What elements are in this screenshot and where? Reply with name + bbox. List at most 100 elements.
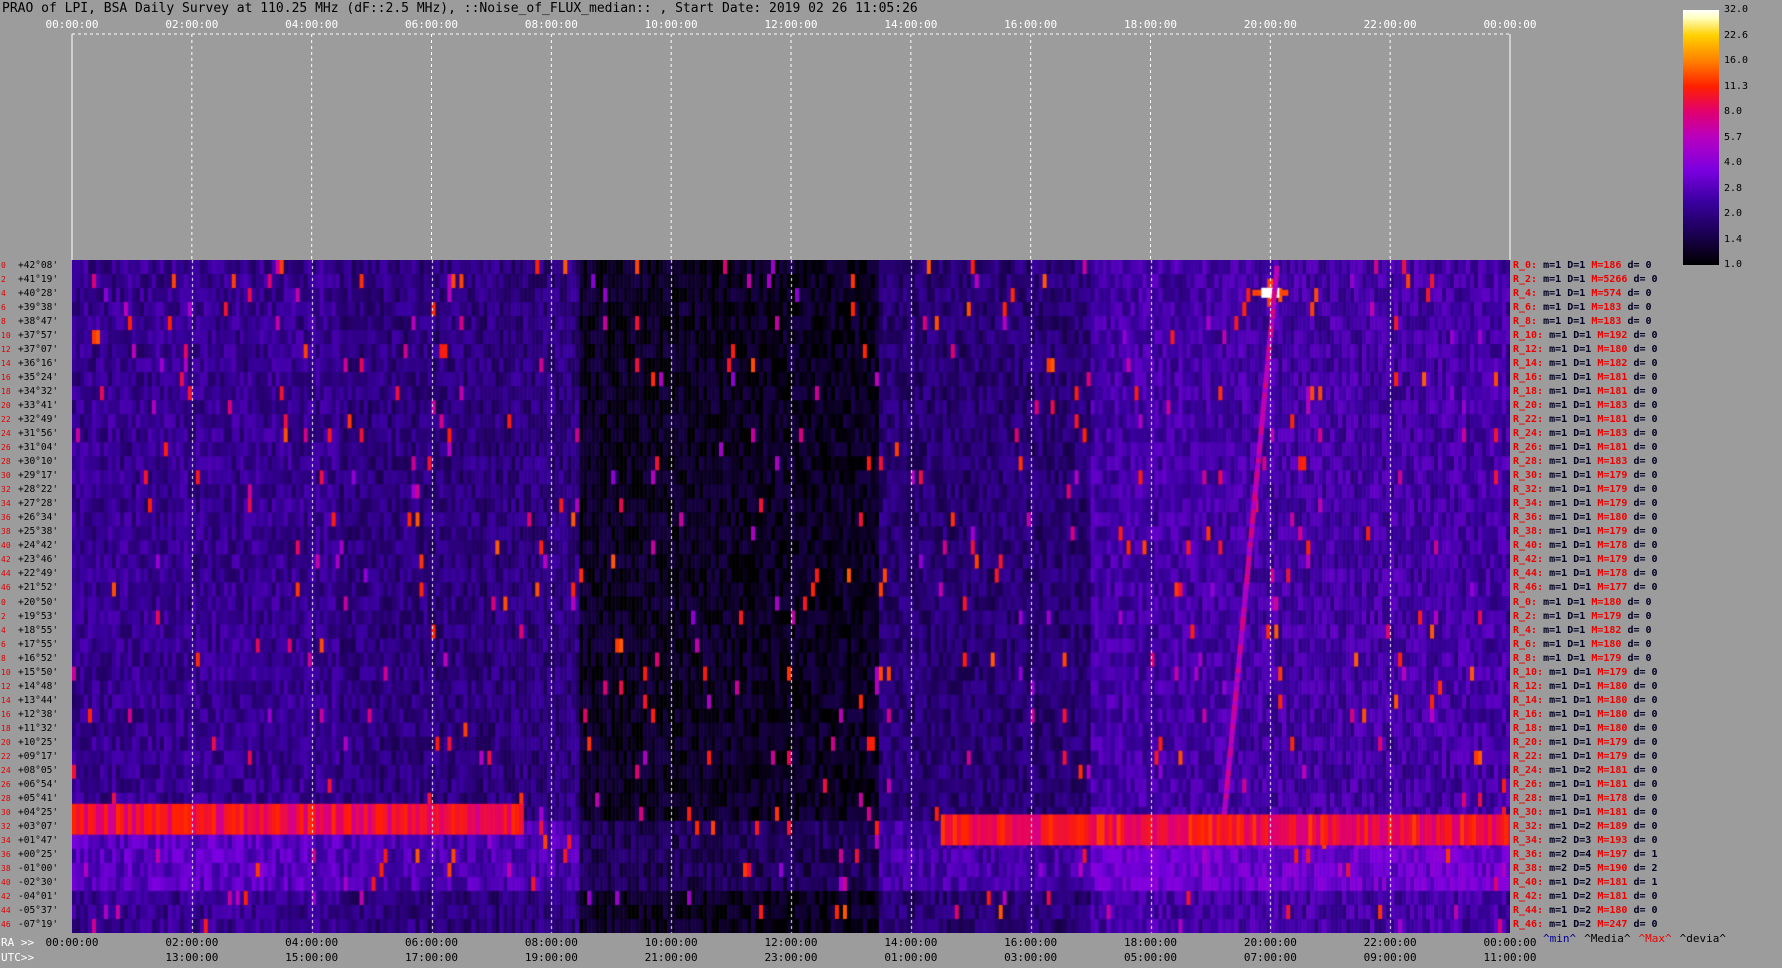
- row-stat-field: d= 0: [1633, 708, 1658, 720]
- row-stat-field: M=179: [1597, 470, 1628, 482]
- legend-label: ^min^: [1543, 932, 1577, 945]
- row-stat-field: M=5266: [1591, 274, 1628, 286]
- heatmap-plot: [72, 260, 1510, 933]
- row-stat-field: D=1: [1573, 442, 1592, 454]
- declination-label: +21°52': [18, 582, 59, 594]
- row-stat-field: R_34:: [1513, 834, 1544, 846]
- row-stat: R_16: m=1 D=1 M=181 d= 0: [1513, 371, 1658, 385]
- ra-tick-label: 02:00:00: [165, 936, 219, 949]
- declination-label: +16°52': [18, 652, 59, 664]
- row-stat: R_6: m=1 D=1 M=180 d= 0: [1513, 638, 1652, 652]
- row-stat-field: D=1: [1567, 624, 1586, 636]
- row-stat-field: m=1: [1549, 414, 1568, 426]
- row-stat: R_8: m=1 D=1 M=179 d= 0: [1513, 652, 1652, 666]
- colorbar-tick-label: 5.7: [1724, 131, 1743, 143]
- row-stat-field: d= 0: [1633, 456, 1658, 468]
- row-stat: R_12: m=1 D=1 M=180 d= 0: [1513, 343, 1658, 357]
- row-stat-field: R_0:: [1513, 596, 1538, 608]
- row-stat-field: m=1: [1549, 540, 1568, 552]
- row-stat: R_32: m=1 D=2 M=189 d= 0: [1513, 820, 1658, 834]
- row-stat-field: d= 0: [1633, 498, 1658, 510]
- row-stat-field: M=179: [1597, 736, 1628, 748]
- row-stat-field: R_16:: [1513, 708, 1544, 720]
- row-stat-field: m=1: [1543, 638, 1562, 650]
- declination-label: +39°38': [18, 302, 59, 314]
- row-stat: R_40: m=1 D=1 M=178 d= 0: [1513, 539, 1658, 553]
- colorbar-tick-label: 2.0: [1724, 208, 1743, 219]
- row-stat-field: D=1: [1567, 638, 1586, 650]
- row-stat-field: m=1: [1543, 624, 1562, 636]
- row-stat-field: R_32:: [1513, 484, 1544, 496]
- row-stat-field: d= 0: [1633, 890, 1658, 902]
- row-number: 40: [1, 877, 11, 887]
- row-number: 20: [1, 737, 11, 747]
- row-stat-field: R_26:: [1513, 778, 1544, 790]
- row-stat-field: M=181: [1597, 890, 1628, 902]
- row-stat-field: D=1: [1573, 792, 1592, 804]
- row-stat: R_36: m=1 D=1 M=180 d= 0: [1513, 511, 1658, 525]
- declination-label: +18°55': [18, 624, 59, 636]
- row-stat-field: m=1: [1549, 694, 1568, 706]
- row-stat-field: D=1: [1573, 456, 1592, 468]
- row-stat-field: R_42:: [1513, 890, 1544, 902]
- declination-label: +12°38': [18, 708, 59, 720]
- row-stat: R_6: m=1 D=1 M=183 d= 0: [1513, 301, 1652, 315]
- declination-label: +08°05': [18, 764, 59, 776]
- row-number: 16: [1, 373, 11, 383]
- row-stat-field: M=181: [1597, 876, 1628, 888]
- row-stat-field: d= 0: [1633, 358, 1658, 370]
- row-stat-field: d= 0: [1633, 722, 1658, 734]
- row-number: 8: [1, 653, 6, 663]
- row-stat-field: D=1: [1567, 316, 1586, 328]
- row-stat: R_10: m=1 D=1 M=192 d= 0: [1513, 329, 1658, 343]
- row-stat-field: D=1: [1567, 260, 1586, 271]
- row-stat-field: R_12:: [1513, 344, 1544, 356]
- row-stat-field: M=181: [1597, 414, 1628, 426]
- row-stat: R_24: m=1 D=2 M=181 d= 0: [1513, 764, 1658, 778]
- row-stat-field: m=1: [1543, 610, 1562, 622]
- ra-tick-label: 04:00:00: [285, 936, 339, 949]
- colorbar-tick-label: 8.0: [1724, 106, 1743, 117]
- row-stat: R_22: m=1 D=1 M=181 d= 0: [1513, 413, 1658, 427]
- row-stat-field: d= 0: [1627, 652, 1652, 664]
- row-stat-field: R_10:: [1513, 666, 1544, 678]
- declination-label: +41°19': [18, 274, 59, 286]
- row-number: 22: [1, 751, 11, 761]
- row-stat-field: d= 0: [1633, 540, 1658, 552]
- row-stat: R_28: m=1 D=1 M=183 d= 0: [1513, 455, 1658, 469]
- ra-tick-label: 08:00:00: [524, 936, 578, 949]
- declination-label: +33°41': [18, 400, 59, 412]
- row-stat-field: D=1: [1573, 484, 1592, 496]
- row-stat-field: M=177: [1597, 582, 1628, 594]
- row-stat-field: m=1: [1543, 596, 1562, 608]
- row-stat-field: R_8:: [1513, 652, 1538, 664]
- row-stat-field: m=1: [1549, 918, 1568, 930]
- row-stat-field: M=179: [1591, 652, 1622, 664]
- declination-label: -07°19': [18, 918, 59, 930]
- utc-tick-label: 03:00:00: [1004, 951, 1058, 964]
- row-stat: R_46: m=1 D=2 M=247 d= 0: [1513, 918, 1658, 932]
- row-stat-field: M=180: [1597, 680, 1628, 692]
- row-stat-field: d= 0: [1633, 526, 1658, 538]
- row-stat-field: m=1: [1549, 442, 1568, 454]
- row-stat-field: d= 0: [1627, 596, 1652, 608]
- row-stat: R_38: m=2 D=5 M=190 d= 2: [1513, 862, 1658, 876]
- declination-label: +20°50': [18, 596, 59, 608]
- row-stat-field: D=1: [1573, 414, 1592, 426]
- colorbar-tick-label: 11.3: [1724, 80, 1749, 92]
- colorbar: [1683, 10, 1719, 265]
- row-stat-field: m=1: [1549, 512, 1568, 524]
- row-number: 26: [1, 779, 11, 789]
- row-stat-field: d= 0: [1633, 470, 1658, 482]
- row-stat-field: D=1: [1573, 358, 1592, 370]
- row-stat-field: M=180: [1597, 708, 1628, 720]
- row-stat: R_40: m=1 D=2 M=181 d= 1: [1513, 876, 1658, 890]
- declination-label: +23°46': [18, 554, 59, 566]
- row-stat-field: R_20:: [1513, 736, 1544, 748]
- declination-label: +06°54': [18, 778, 59, 790]
- declination-label: +04°25': [18, 806, 59, 818]
- row-stat-field: D=2: [1573, 904, 1592, 916]
- row-stat-field: D=3: [1573, 834, 1592, 846]
- row-stat-field: M=181: [1597, 386, 1628, 398]
- row-stat-field: D=1: [1573, 540, 1592, 552]
